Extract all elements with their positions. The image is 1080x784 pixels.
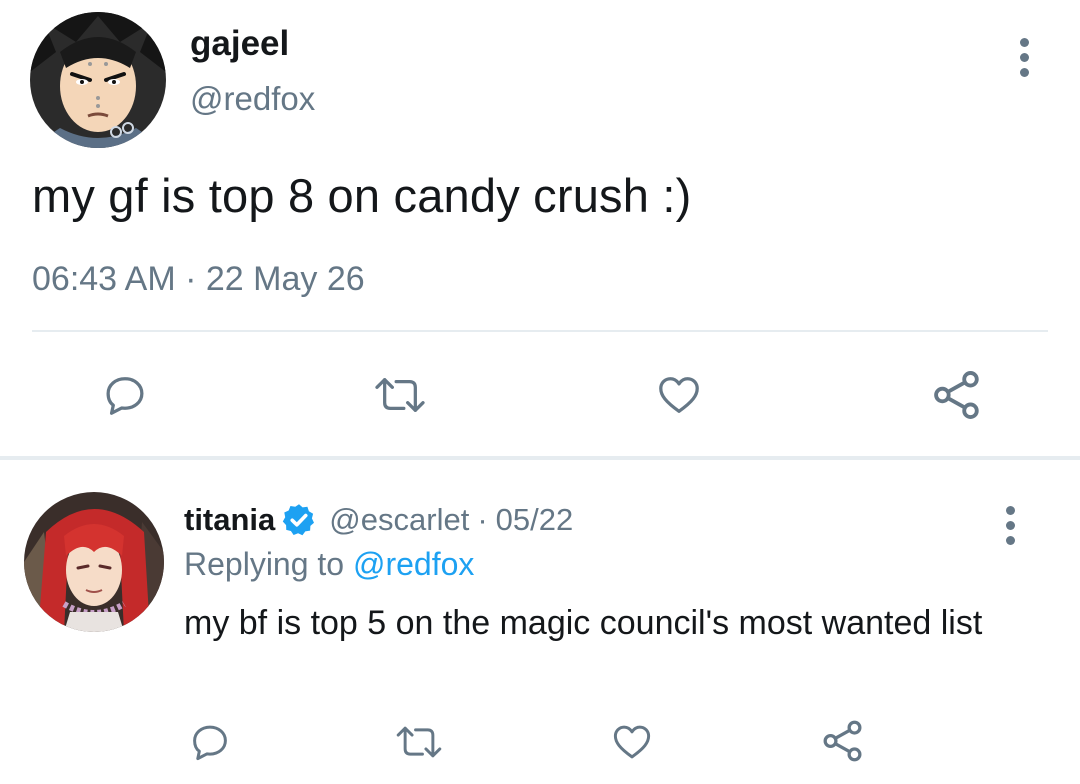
tweet-detail-screen: gajeel @redfox my gf is top 8 on candy c… [0,0,1080,784]
tweet-timestamp: 06:43 AM · 22 May 26 [32,260,365,299]
section-divider [0,456,1080,460]
avatar[interactable] [24,492,164,632]
share-icon [934,371,979,419]
tweet-date: 22 May 26 [205,260,365,298]
reply-button[interactable] [186,718,234,766]
avatar-image [24,492,164,632]
replying-to: Replying to @redfox [184,546,474,583]
replying-to-link[interactable]: @redfox [353,546,474,582]
avatar-image [30,12,166,148]
more-options-icon[interactable] [1014,38,1034,77]
more-options-icon[interactable] [1000,506,1020,545]
avatar[interactable] [30,12,166,148]
reply-icon [193,725,227,761]
display-name[interactable]: gajeel [190,24,289,64]
retweet-button[interactable] [392,718,446,766]
reply-button[interactable] [98,368,152,422]
like-button[interactable] [608,718,656,766]
reply-header: titania @escarlet · 05/22 [184,502,573,538]
heart-icon [659,377,699,413]
like-button[interactable] [652,368,706,422]
share-button[interactable] [928,366,986,424]
tweet-date: 05/22 [495,502,574,537]
tweet-time: 06:43 AM [32,260,176,298]
user-handle[interactable]: @redfox [190,80,315,118]
user-handle[interactable]: @escarlet [329,502,469,538]
share-button[interactable] [818,716,868,766]
main-tweet: gajeel @redfox my gf is top 8 on candy c… [0,0,1080,456]
retweet-icon [375,378,425,412]
display-name[interactable]: titania [184,502,275,538]
replying-to-prefix: Replying to [184,546,345,582]
divider [32,330,1048,332]
meta-separator: · [477,502,488,537]
tweet-text: my gf is top 8 on candy crush :) [32,169,692,222]
meta-separator: · [185,260,197,298]
verified-badge-icon [283,504,315,536]
retweet-button[interactable] [368,368,432,422]
tweet-text: my bf is top 5 on the magic council's mo… [184,604,983,642]
reply-icon [106,377,144,415]
share-icon [823,720,862,762]
heart-icon [613,725,651,759]
retweet-icon [396,726,442,758]
